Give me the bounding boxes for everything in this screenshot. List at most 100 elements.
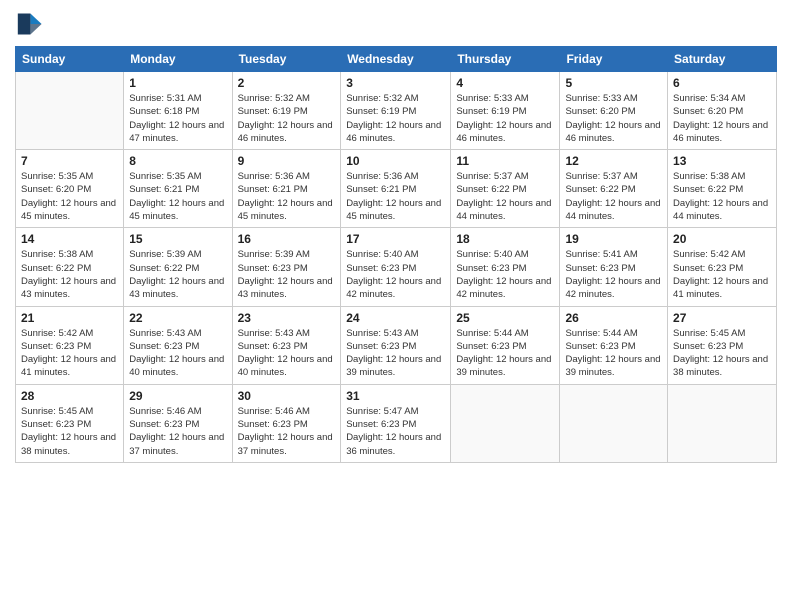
day-number: 25 <box>456 311 554 325</box>
day-number: 16 <box>238 232 336 246</box>
day-info: Sunrise: 5:43 AM Sunset: 6:23 PM Dayligh… <box>129 327 226 380</box>
day-cell: 22 Sunrise: 5:43 AM Sunset: 6:23 PM Dayli… <box>124 306 232 384</box>
day-cell: 1 Sunrise: 5:31 AM Sunset: 6:18 PM Daylig… <box>124 72 232 150</box>
day-cell: 29 Sunrise: 5:46 AM Sunset: 6:23 PM Dayli… <box>124 384 232 462</box>
day-number: 21 <box>21 311 118 325</box>
day-info: Sunrise: 5:42 AM Sunset: 6:23 PM Dayligh… <box>673 248 771 301</box>
day-number: 20 <box>673 232 771 246</box>
header-saturday: Saturday <box>668 47 777 72</box>
day-number: 10 <box>346 154 445 168</box>
day-number: 3 <box>346 76 445 90</box>
day-cell: 3 Sunrise: 5:32 AM Sunset: 6:19 PM Daylig… <box>341 72 451 150</box>
day-number: 28 <box>21 389 118 403</box>
day-cell: 25Sunrise: 5:44 AM Sunset: 6:23 PM Dayli… <box>451 306 560 384</box>
day-number: 26 <box>565 311 662 325</box>
day-number: 12 <box>565 154 662 168</box>
day-cell: 26 Sunrise: 5:44 AM Sunset: 6:23 PM Dayli… <box>560 306 668 384</box>
day-number: 11 <box>456 154 554 168</box>
day-cell: 28 Sunrise: 5:45 AM Sunset: 6:23 PM Dayli… <box>16 384 124 462</box>
week-row-2: 14 Sunrise: 5:38 AM Sunset: 6:22 PM Dayli… <box>16 228 777 306</box>
day-number: 8 <box>129 154 226 168</box>
day-cell: 16 Sunrise: 5:39 AM Sunset: 6:23 PM Dayli… <box>232 228 341 306</box>
day-number: 1 <box>129 76 226 90</box>
day-cell: 11 Sunrise: 5:37 AM Sunset: 6:22 PM Dayli… <box>451 150 560 228</box>
day-number: 4 <box>456 76 554 90</box>
day-info: Sunrise: 5:38 AM Sunset: 6:22 PM Dayligh… <box>673 170 771 223</box>
week-row-0: 1 Sunrise: 5:31 AM Sunset: 6:18 PM Daylig… <box>16 72 777 150</box>
calendar-table: SundayMondayTuesdayWednesdayThursdayFrid… <box>15 46 777 463</box>
day-number: 7 <box>21 154 118 168</box>
week-row-3: 21 Sunrise: 5:42 AM Sunset: 6:23 PM Dayli… <box>16 306 777 384</box>
day-info: Sunrise: 5:34 AM Sunset: 6:20 PM Dayligh… <box>673 92 771 145</box>
day-cell: 2 Sunrise: 5:32 AM Sunset: 6:19 PM Daylig… <box>232 72 341 150</box>
day-info: Sunrise: 5:36 AM Sunset: 6:21 PM Dayligh… <box>346 170 445 223</box>
day-info: Sunrise: 5:33 AM Sunset: 6:19 PM Dayligh… <box>456 92 554 145</box>
day-info: Sunrise: 5:31 AM Sunset: 6:18 PM Dayligh… <box>129 92 226 145</box>
day-number: 5 <box>565 76 662 90</box>
day-cell: 19Sunrise: 5:41 AM Sunset: 6:23 PM Dayli… <box>560 228 668 306</box>
day-info: Sunrise: 5:32 AM Sunset: 6:19 PM Dayligh… <box>346 92 445 145</box>
header-friday: Friday <box>560 47 668 72</box>
day-cell: 30Sunrise: 5:46 AM Sunset: 6:23 PM Dayli… <box>232 384 341 462</box>
day-cell: 4 Sunrise: 5:33 AM Sunset: 6:19 PM Daylig… <box>451 72 560 150</box>
day-info: Sunrise: 5:43 AM Sunset: 6:23 PM Dayligh… <box>346 327 445 380</box>
week-row-4: 28 Sunrise: 5:45 AM Sunset: 6:23 PM Dayli… <box>16 384 777 462</box>
day-cell <box>560 384 668 462</box>
day-info: Sunrise: 5:45 AM Sunset: 6:23 PM Dayligh… <box>21 405 118 458</box>
day-number: 31 <box>346 389 445 403</box>
day-info: Sunrise: 5:40 AM Sunset: 6:23 PM Dayligh… <box>456 248 554 301</box>
day-cell: 8 Sunrise: 5:35 AM Sunset: 6:21 PM Daylig… <box>124 150 232 228</box>
header-monday: Monday <box>124 47 232 72</box>
day-number: 30 <box>238 389 336 403</box>
day-info: Sunrise: 5:42 AM Sunset: 6:23 PM Dayligh… <box>21 327 118 380</box>
day-info: Sunrise: 5:32 AM Sunset: 6:19 PM Dayligh… <box>238 92 336 145</box>
day-cell <box>16 72 124 150</box>
day-number: 24 <box>346 311 445 325</box>
day-number: 29 <box>129 389 226 403</box>
day-info: Sunrise: 5:44 AM Sunset: 6:23 PM Dayligh… <box>565 327 662 380</box>
logo-icon <box>15 10 43 38</box>
day-info: Sunrise: 5:46 AM Sunset: 6:23 PM Dayligh… <box>129 405 226 458</box>
day-number: 2 <box>238 76 336 90</box>
day-cell: 13 Sunrise: 5:38 AM Sunset: 6:22 PM Dayli… <box>668 150 777 228</box>
day-cell: 20 Sunrise: 5:42 AM Sunset: 6:23 PM Dayli… <box>668 228 777 306</box>
day-cell: 6Sunrise: 5:34 AM Sunset: 6:20 PM Daylig… <box>668 72 777 150</box>
day-number: 13 <box>673 154 771 168</box>
day-cell: 31 Sunrise: 5:47 AM Sunset: 6:23 PM Dayli… <box>341 384 451 462</box>
day-cell: 18 Sunrise: 5:40 AM Sunset: 6:23 PM Dayli… <box>451 228 560 306</box>
day-cell: 15Sunrise: 5:39 AM Sunset: 6:22 PM Dayli… <box>124 228 232 306</box>
day-cell: 12 Sunrise: 5:37 AM Sunset: 6:22 PM Dayli… <box>560 150 668 228</box>
day-number: 9 <box>238 154 336 168</box>
logo <box>15 10 45 38</box>
day-number: 22 <box>129 311 226 325</box>
day-info: Sunrise: 5:37 AM Sunset: 6:22 PM Dayligh… <box>456 170 554 223</box>
day-info: Sunrise: 5:38 AM Sunset: 6:22 PM Dayligh… <box>21 248 118 301</box>
day-cell: 7Sunrise: 5:35 AM Sunset: 6:20 PM Daylig… <box>16 150 124 228</box>
day-cell: 27 Sunrise: 5:45 AM Sunset: 6:23 PM Dayli… <box>668 306 777 384</box>
calendar-header-row: SundayMondayTuesdayWednesdayThursdayFrid… <box>16 47 777 72</box>
day-number: 27 <box>673 311 771 325</box>
day-number: 19 <box>565 232 662 246</box>
header-wednesday: Wednesday <box>341 47 451 72</box>
day-info: Sunrise: 5:33 AM Sunset: 6:20 PM Dayligh… <box>565 92 662 145</box>
day-info: Sunrise: 5:39 AM Sunset: 6:23 PM Dayligh… <box>238 248 336 301</box>
day-info: Sunrise: 5:37 AM Sunset: 6:22 PM Dayligh… <box>565 170 662 223</box>
day-info: Sunrise: 5:36 AM Sunset: 6:21 PM Dayligh… <box>238 170 336 223</box>
day-info: Sunrise: 5:45 AM Sunset: 6:23 PM Dayligh… <box>673 327 771 380</box>
day-cell: 24 Sunrise: 5:43 AM Sunset: 6:23 PM Dayli… <box>341 306 451 384</box>
day-number: 14 <box>21 232 118 246</box>
day-number: 15 <box>129 232 226 246</box>
week-row-1: 7Sunrise: 5:35 AM Sunset: 6:20 PM Daylig… <box>16 150 777 228</box>
day-cell: 14 Sunrise: 5:38 AM Sunset: 6:22 PM Dayli… <box>16 228 124 306</box>
day-info: Sunrise: 5:47 AM Sunset: 6:23 PM Dayligh… <box>346 405 445 458</box>
day-number: 23 <box>238 311 336 325</box>
day-cell: 17Sunrise: 5:40 AM Sunset: 6:23 PM Dayli… <box>341 228 451 306</box>
day-cell: 10 Sunrise: 5:36 AM Sunset: 6:21 PM Dayli… <box>341 150 451 228</box>
header-tuesday: Tuesday <box>232 47 341 72</box>
day-number: 18 <box>456 232 554 246</box>
page: SundayMondayTuesdayWednesdayThursdayFrid… <box>0 0 792 612</box>
day-cell <box>451 384 560 462</box>
day-info: Sunrise: 5:35 AM Sunset: 6:21 PM Dayligh… <box>129 170 226 223</box>
day-number: 17 <box>346 232 445 246</box>
day-cell: 23Sunrise: 5:43 AM Sunset: 6:23 PM Dayli… <box>232 306 341 384</box>
